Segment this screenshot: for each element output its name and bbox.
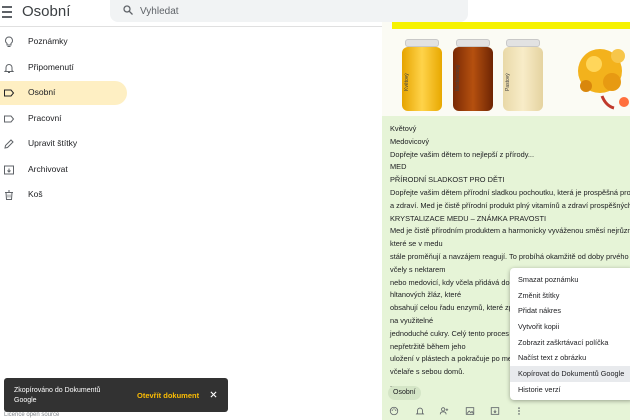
menu-item-copy-to-google-docs[interactable]: Kopírovat do Dokumentů Google xyxy=(510,366,630,382)
note-line: a zdraví. Med je čistě přírodní produkt … xyxy=(390,200,630,210)
note-context-menu: Smazat poznámku Změnit štítky Přidat nák… xyxy=(510,268,630,400)
sidebar-item-label: Upravit štítky xyxy=(28,138,78,148)
honey-jar-medovicovy: Medovicový xyxy=(453,39,493,111)
sidebar-item-poznamky[interactable]: Poznámky xyxy=(0,30,127,54)
sidebar-item-label: Poznámky xyxy=(28,36,68,46)
sidebar-item-label: Osobní xyxy=(28,87,56,97)
footer-license-link[interactable]: Licence open source xyxy=(4,412,59,418)
search-icon[interactable] xyxy=(122,4,134,16)
palette-icon[interactable] xyxy=(389,406,399,416)
sidebar-item-label: Připomenutí xyxy=(28,61,74,72)
menu-item-add-drawing[interactable]: Přidat nákres xyxy=(510,303,630,319)
archive-icon[interactable] xyxy=(490,406,500,416)
note-line: Květový xyxy=(390,124,417,133)
sidebar-item-label: Pracovní xyxy=(28,112,62,123)
note-line: MED xyxy=(390,162,407,172)
honey-jar-kvetovy: Květový xyxy=(402,39,442,111)
image-banner xyxy=(392,22,630,29)
lightbulb-icon xyxy=(5,36,13,47)
open-document-button[interactable]: Otevřít dokument xyxy=(137,391,199,400)
menu-icon[interactable] xyxy=(2,6,12,18)
label-icon xyxy=(4,89,15,97)
sidebar-item-pripomenuti[interactable]: Připomenutí xyxy=(0,56,127,80)
image-icon[interactable] xyxy=(465,406,475,416)
note-line: Dopřejte vašim dětem to nejlepší z příro… xyxy=(390,149,535,159)
trash-icon xyxy=(5,190,13,200)
note-line: KRYSTALIZACE MEDU – ZNÁMKA PRAVOSTI xyxy=(390,213,547,223)
snackbar: Zkopírováno do Dokumentů Google Otevřít … xyxy=(4,378,228,412)
search-input[interactable] xyxy=(140,0,460,22)
menu-item-show-checkboxes[interactable]: Zobrazit zaškrtávací políčka xyxy=(510,335,630,351)
archive-icon xyxy=(4,165,14,174)
sidebar-item-label: Koš xyxy=(28,189,43,199)
label-icon xyxy=(4,115,15,122)
sidebar: Poznámky Připomenutí Osobní Pracovní Upr… xyxy=(0,30,135,209)
menu-item-grab-image-text[interactable]: Načíst text z obrázku xyxy=(510,350,630,366)
sidebar-item-kos[interactable]: Koš xyxy=(0,183,127,207)
more-icon[interactable] xyxy=(514,406,524,416)
note-toolbar xyxy=(382,403,532,420)
note-line: stále proměňují a navzájem reagují. To p… xyxy=(390,251,630,261)
pencil-icon xyxy=(4,139,14,149)
note-line: Med je čistě přírodním produktem a harmo… xyxy=(390,226,630,236)
sidebar-item-osobni[interactable]: Osobní xyxy=(0,81,127,105)
note-line: Medovicový xyxy=(390,136,430,146)
close-icon[interactable] xyxy=(209,390,218,399)
search-bar[interactable] xyxy=(110,0,468,22)
page-title: Osobní xyxy=(22,3,71,20)
keep-app: Osobní Poznámky Připomenutí Osobní Praco… xyxy=(0,0,630,420)
bell-icon[interactable] xyxy=(415,406,425,416)
sidebar-item-archivovat[interactable]: Archivovat xyxy=(0,158,127,182)
note-line: které se v medu xyxy=(390,239,443,249)
menu-item-change-labels[interactable]: Změnit štítky xyxy=(510,288,630,304)
note-line: PŘÍRODNÍ SLADKOST PRO DĚTI xyxy=(390,175,505,185)
snackbar-message: Zkopírováno do Dokumentů Google xyxy=(14,387,101,404)
jar-label: Medovicový xyxy=(455,64,461,91)
menu-item-make-copy[interactable]: Vytvořit kopii xyxy=(510,319,630,335)
jar-label: Květový xyxy=(404,73,410,91)
note-line: Dopřejte vašim dětem přírodní sladkou po… xyxy=(390,187,630,197)
honey-jar-pastovy: Pastový xyxy=(503,39,543,111)
note-image[interactable]: Květový Medovicový Pastový xyxy=(382,22,630,116)
bell-icon xyxy=(3,63,15,73)
jar-label: Pastový xyxy=(505,73,511,91)
honeycomb-picture xyxy=(578,49,629,110)
menu-item-delete-note[interactable]: Smazat poznámku xyxy=(510,272,630,288)
label-chip-osobni[interactable]: Osobní xyxy=(388,386,421,400)
menu-item-version-history[interactable]: Historie verzí xyxy=(510,382,630,398)
sidebar-item-upravit-stitky[interactable]: Upravit štítky xyxy=(0,132,127,156)
add-person-icon[interactable] xyxy=(439,406,449,416)
sidebar-item-pracovni[interactable]: Pracovní xyxy=(0,107,127,131)
sidebar-item-label: Archivovat xyxy=(28,163,68,174)
